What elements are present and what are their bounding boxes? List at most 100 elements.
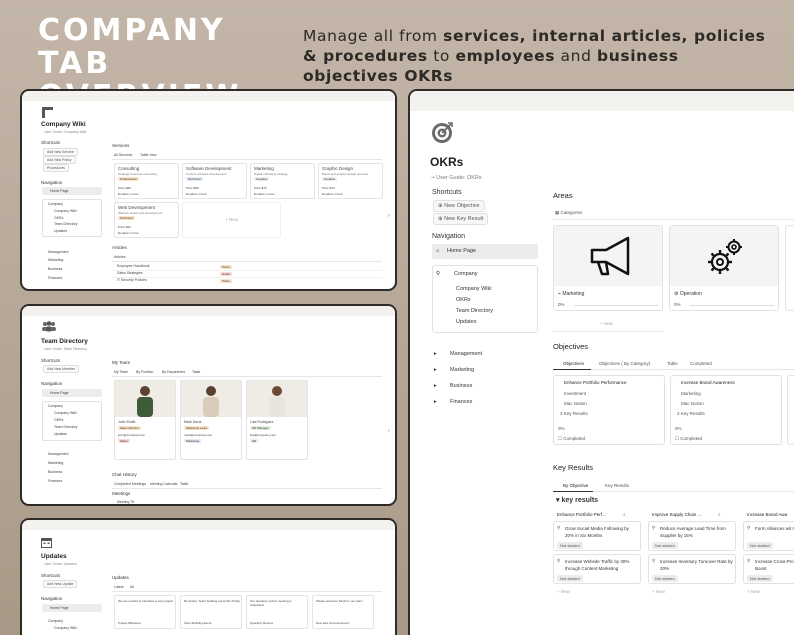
nav-marketing[interactable]: Marketing bbox=[48, 258, 63, 262]
chevron-right-icon[interactable]: ▸ bbox=[434, 399, 437, 405]
tab-meeting-calendar[interactable]: Meeting Calendar bbox=[150, 482, 178, 486]
key-result-card[interactable]: ⚲ Increase Cross-Pro Activities to Boost N… bbox=[743, 554, 794, 584]
nav-team-directory[interactable]: Team Directory bbox=[54, 425, 78, 429]
service-card[interactable]: Marketing Digital marketing strategy Cre… bbox=[250, 163, 315, 199]
area-card-marketing[interactable]: ⌁ Marketing 0% bbox=[553, 225, 663, 311]
kr-column-header[interactable]: Increase Brand Awa bbox=[747, 512, 787, 517]
update-card[interactable]: We are excited to introduce a new projec… bbox=[114, 595, 176, 629]
objective-card[interactable]: Enhance Portfolio Performance Investment… bbox=[553, 375, 665, 445]
chevron-right-icon[interactable]: ▸ bbox=[434, 383, 437, 389]
nav-updates[interactable]: Updates bbox=[54, 229, 67, 233]
tab-my-team[interactable]: My Team bbox=[114, 370, 128, 374]
tab-all[interactable]: All bbox=[130, 585, 134, 589]
tab-objectives[interactable]: Objectives bbox=[563, 361, 584, 366]
nav-management[interactable]: Management bbox=[48, 452, 68, 456]
new-key-result-button[interactable]: + New bbox=[747, 589, 760, 594]
key-result-card[interactable]: ⚲ Form Alliances wit Complementary B Not s… bbox=[743, 521, 794, 551]
nav-home-page[interactable]: Home Page bbox=[50, 391, 68, 395]
add-policy-button[interactable]: Add New Policy bbox=[43, 156, 76, 164]
tab-by-department[interactable]: By Department bbox=[162, 370, 185, 374]
new-key-result-button[interactable]: ⊕ New Key Result bbox=[433, 213, 489, 225]
update-card[interactable]: Our quarterly review meeting is schedule… bbox=[246, 595, 308, 629]
article-row[interactable]: IT Security Policies bbox=[117, 278, 147, 282]
nav-company-wiki[interactable]: Company Wiki bbox=[54, 411, 77, 415]
new-service-card[interactable]: + New bbox=[182, 202, 281, 238]
tab-key-results[interactable]: Key Results bbox=[605, 483, 629, 488]
update-card[interactable]: Reminder: Team building event this Frida… bbox=[180, 595, 242, 629]
nav-business[interactable]: Business bbox=[48, 267, 62, 271]
user-guide-link[interactable]: ➝ User Guide: OKRs bbox=[430, 175, 482, 181]
service-card[interactable]: Software Development Custom software dev… bbox=[182, 163, 247, 199]
tab-all-services[interactable]: All Services bbox=[114, 153, 132, 157]
categories-tab[interactable]: ▦ Categories bbox=[555, 210, 582, 216]
procedures-button[interactable]: Procedures bbox=[43, 164, 69, 172]
tab-latest[interactable]: Latest bbox=[114, 585, 124, 589]
service-card[interactable]: Web Development Website design and devel… bbox=[114, 202, 179, 238]
tab-completed-meetings[interactable]: Completed Meetings bbox=[114, 482, 146, 486]
tab-by-position[interactable]: By Position bbox=[136, 370, 154, 374]
nav-updates[interactable]: Updates bbox=[456, 319, 477, 325]
nav-marketing[interactable]: Marketing bbox=[450, 367, 474, 373]
nav-management[interactable]: Management bbox=[450, 351, 482, 357]
tab-objectives-by-category[interactable]: Objectives ( By Category) bbox=[599, 361, 650, 366]
nav-okrs[interactable]: OKRs bbox=[456, 297, 471, 303]
nav-company[interactable]: Company bbox=[48, 404, 63, 408]
tab-table[interactable]: Table bbox=[667, 361, 678, 366]
add-member-button[interactable]: Add New Member bbox=[43, 365, 80, 373]
tab-table-view[interactable]: Table view bbox=[140, 153, 156, 157]
member-card[interactable]: Lisa Rodriguez HR Manager lisa@company.c… bbox=[246, 380, 308, 460]
new-area-button[interactable]: + New bbox=[600, 321, 613, 326]
nav-company[interactable]: Company bbox=[48, 619, 63, 623]
nav-marketing[interactable]: Marketing bbox=[48, 461, 63, 465]
nav-finances[interactable]: Finances bbox=[48, 276, 62, 280]
kr-column-header[interactable]: Improve Supply Chain ... bbox=[652, 512, 701, 517]
add-update-button[interactable]: Add New Update bbox=[43, 580, 78, 588]
meeting-row[interactable]: Meeting Tit bbox=[117, 500, 134, 504]
tab-by-objective[interactable]: By Objective bbox=[563, 483, 588, 488]
nav-business[interactable]: Business bbox=[48, 470, 62, 474]
member-card[interactable]: Mark Davis Marketing Lead mark@company.c… bbox=[180, 380, 242, 460]
tab-table[interactable]: Table bbox=[180, 482, 188, 486]
nav-okrs[interactable]: OKRs bbox=[54, 216, 63, 220]
chevron-right-icon[interactable]: ▸ bbox=[434, 367, 437, 373]
new-objective-button[interactable]: ⊕ New Objective bbox=[433, 200, 485, 212]
area-card-operation[interactable]: ⚙ Operation 0% bbox=[669, 225, 779, 311]
new-key-result-button[interactable]: + New bbox=[652, 589, 665, 594]
tab-table[interactable]: Table bbox=[192, 370, 200, 374]
scroll-arrow-icon[interactable]: › bbox=[388, 213, 390, 219]
service-card[interactable]: Graphic Design Brand and graphic design … bbox=[318, 163, 383, 199]
area-card-partial[interactable] bbox=[785, 225, 794, 311]
member-card[interactable]: John Smith Sales Director john@company.c… bbox=[114, 380, 176, 460]
user-guide-link[interactable]: User Guide: Team Directory bbox=[44, 347, 87, 351]
nav-company-wiki[interactable]: Company Wiki bbox=[456, 286, 491, 292]
nav-company-wiki[interactable]: Company Wiki bbox=[54, 209, 77, 213]
nav-team-directory[interactable]: Team Directory bbox=[456, 308, 493, 314]
kr-column-header[interactable]: Enhance Portfolio Perf... bbox=[557, 512, 606, 517]
nav-home-page[interactable]: Home Page bbox=[50, 606, 68, 610]
nav-finances[interactable]: Finances bbox=[48, 479, 62, 483]
nav-finances[interactable]: Finances bbox=[450, 399, 472, 405]
user-guide-link[interactable]: User Guide: Updates bbox=[44, 562, 77, 566]
new-key-result-button[interactable]: + New bbox=[557, 589, 570, 594]
objective-card-partial[interactable] bbox=[787, 375, 794, 445]
key-result-card[interactable]: ⚲ Reduce Average Lead Time from Supplier … bbox=[648, 521, 736, 551]
nav-home-page[interactable]: Home Page bbox=[50, 189, 68, 193]
article-row[interactable]: Sales Strategies bbox=[117, 271, 143, 275]
scroll-arrow-icon[interactable]: › bbox=[388, 428, 390, 434]
chevron-right-icon[interactable]: ▸ bbox=[434, 351, 437, 357]
nav-team-directory[interactable]: Team Directory bbox=[54, 222, 78, 226]
nav-management[interactable]: Management bbox=[48, 250, 68, 254]
tab-articles[interactable]: Articles bbox=[114, 255, 125, 259]
service-card[interactable]: Consulting Strategic business consulting… bbox=[114, 163, 179, 199]
nav-okrs[interactable]: OKRs bbox=[54, 418, 63, 422]
update-card[interactable]: Please welcome Sarah to our team New Hir… bbox=[312, 595, 374, 629]
nav-updates[interactable]: Updates bbox=[54, 432, 67, 436]
key-result-card[interactable]: ⚲ Grow Social Media Following by 20% in S… bbox=[553, 521, 641, 551]
key-result-card[interactable]: ⚲ Increase Inventory Turnover Rate by 20%… bbox=[648, 554, 736, 584]
add-service-button[interactable]: Add New Service bbox=[43, 148, 78, 156]
key-result-card[interactable]: ⚲ Increase Website Traffic by 30% through… bbox=[553, 554, 641, 584]
nav-company[interactable]: Company bbox=[48, 202, 63, 206]
tab-completed[interactable]: Completed bbox=[690, 361, 712, 366]
nav-business[interactable]: Business bbox=[450, 383, 472, 389]
nav-company[interactable]: Company bbox=[454, 271, 478, 277]
